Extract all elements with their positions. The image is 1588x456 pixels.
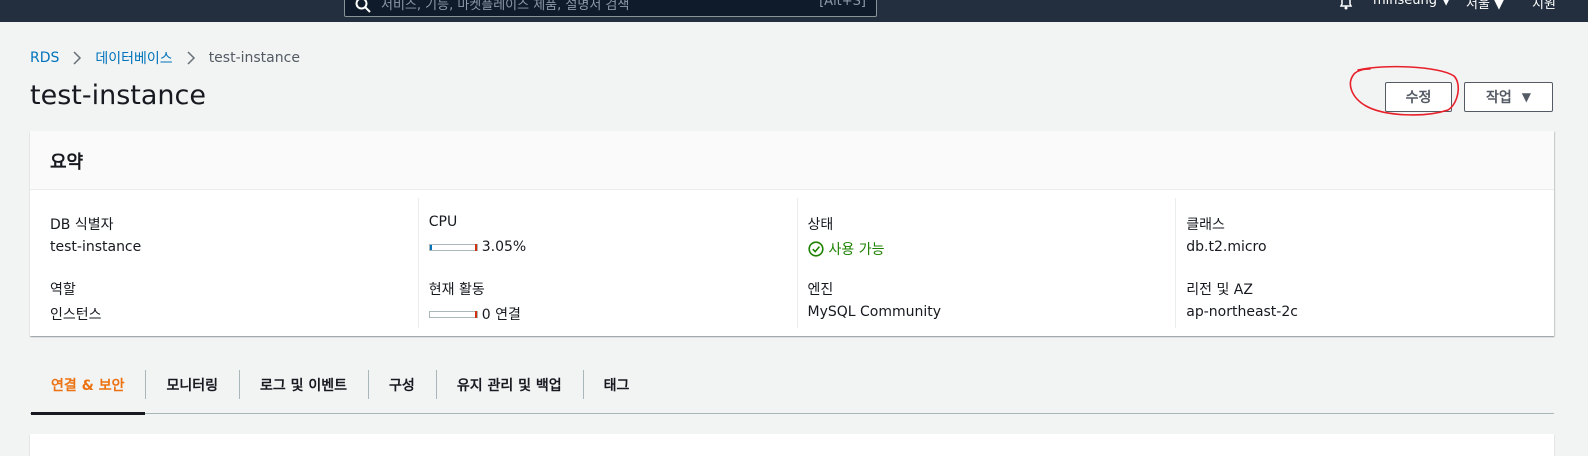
current-activity-row: 0 연결	[428, 304, 521, 324]
tab-maintenance-backups[interactable]: 유지 관리 및 백업	[435, 357, 583, 414]
db-identifier-label: DB 식별자	[50, 217, 114, 233]
tab-configuration[interactable]: 구성	[368, 357, 436, 414]
tab-logs-events[interactable]: 로그 및 이벤트	[239, 357, 368, 414]
summary-column-status: 상태 사용 가능 엔진 MySQL Community	[796, 198, 1176, 328]
status-value: 사용 가능	[828, 242, 885, 258]
tab-content-panel	[30, 434, 1554, 456]
user-menu[interactable]: minseung ▼	[1373, 0, 1451, 8]
status-value-row: 사용 가능	[807, 239, 885, 259]
summary-column-metrics: CPU 3.05% 현재 활동 0 연결	[417, 198, 797, 328]
search-placeholder: 서비스, 기능, 마켓플레이스 제품, 설명서 검색	[381, 0, 630, 13]
activity-meter	[428, 310, 478, 318]
summary-columns: DB 식별자 test-instance 역할 인스턴스 CPU 3.05% 현…	[30, 190, 1554, 336]
page-title: test-instance	[30, 80, 206, 111]
detail-tabs: 연결 & 보안 모니터링 로그 및 이벤트 구성 유지 관리 및 백업 태그	[30, 357, 1554, 415]
search-icon	[355, 0, 371, 13]
status-label: 상태	[807, 217, 834, 233]
breadcrumb: RDS 데이터베이스 test-instance	[30, 48, 300, 68]
actions-button-label: 작업	[1486, 90, 1512, 106]
actions-dropdown-button[interactable]: 작업 ▼	[1464, 82, 1553, 112]
role-value: 인스턴스	[50, 307, 102, 323]
tab-connectivity-security[interactable]: 연결 & 보안	[30, 357, 146, 415]
top-navigation-bar: 서비스, 기능, 마켓플레이스 제품, 설명서 검색 [Alt+S] minse…	[0, 0, 1588, 22]
class-label: 클래스	[1186, 217, 1225, 233]
summary-column-identity: DB 식별자 test-instance 역할 인스턴스	[30, 198, 418, 328]
status-ok-icon	[807, 241, 824, 257]
engine-label: 엔진	[807, 282, 834, 298]
region-menu[interactable]: 서울 ▼	[1466, 0, 1504, 12]
summary-column-class: 클래스 db.t2.micro 리전 및 AZ ap-northeast-2c	[1175, 198, 1554, 328]
chevron-right-icon	[71, 51, 83, 65]
tab-tags[interactable]: 태그	[582, 357, 651, 414]
search-box[interactable]: 서비스, 기능, 마켓플레이스 제품, 설명서 검색 [Alt+S]	[344, 0, 877, 17]
cpu-meter-threshold	[474, 243, 477, 251]
chevron-right-icon	[185, 51, 197, 65]
tab-monitoring[interactable]: 모니터링	[145, 357, 239, 414]
region-az-label: 리전 및 AZ	[1186, 282, 1253, 298]
cpu-meter-fill	[429, 244, 432, 250]
notifications-bell-icon[interactable]	[1338, 0, 1354, 10]
class-value: db.t2.micro	[1186, 239, 1267, 255]
role-label: 역할	[50, 282, 76, 298]
activity-meter-threshold	[474, 310, 477, 318]
summary-heading: 요약	[50, 152, 84, 173]
breadcrumb-current: test-instance	[208, 50, 300, 66]
cpu-meter	[428, 243, 478, 251]
db-identifier-value: test-instance	[50, 239, 142, 255]
summary-header: 요약	[30, 131, 1554, 190]
cpu-value: 3.05%	[481, 239, 527, 255]
support-menu[interactable]: 지원	[1532, 0, 1556, 12]
cpu-label: CPU	[428, 214, 458, 230]
engine-value: MySQL Community	[807, 304, 942, 320]
current-activity-label: 현재 활동	[428, 282, 485, 298]
caret-down-icon: ▼	[1521, 90, 1531, 104]
region-az-value: ap-northeast-2c	[1186, 304, 1298, 320]
cpu-value-row: 3.05%	[428, 239, 527, 255]
current-activity-value: 0 연결	[481, 307, 521, 323]
summary-panel: 요약 DB 식별자 test-instance 역할 인스턴스 CPU 3.05…	[30, 131, 1554, 336]
breadcrumb-databases[interactable]: 데이터베이스	[95, 48, 172, 68]
edit-button[interactable]: 수정	[1385, 82, 1452, 112]
breadcrumb-rds[interactable]: RDS	[30, 50, 59, 66]
edit-button-label: 수정	[1405, 90, 1432, 106]
search-shortcut: [Alt+S]	[819, 0, 866, 9]
